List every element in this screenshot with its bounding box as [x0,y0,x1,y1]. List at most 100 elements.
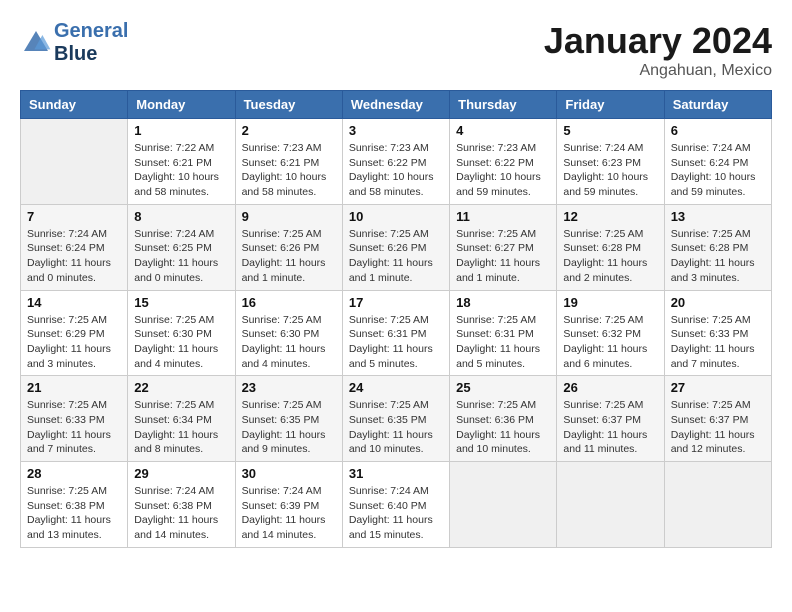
day-number: 26 [563,380,657,395]
day-info: Sunrise: 7:23 AMSunset: 6:22 PMDaylight:… [456,141,550,200]
weekday-header-tuesday: Tuesday [235,91,342,119]
day-number: 3 [349,123,443,138]
calendar-cell: 12 Sunrise: 7:25 AMSunset: 6:28 PMDaylig… [557,204,664,290]
day-number: 18 [456,295,550,310]
calendar-week-0: 1 Sunrise: 7:22 AMSunset: 6:21 PMDayligh… [21,119,772,205]
day-info: Sunrise: 7:25 AMSunset: 6:33 PMDaylight:… [671,313,765,372]
calendar-cell: 28 Sunrise: 7:25 AMSunset: 6:38 PMDaylig… [21,462,128,548]
calendar-cell: 31 Sunrise: 7:24 AMSunset: 6:40 PMDaylig… [342,462,449,548]
day-number: 19 [563,295,657,310]
calendar-cell [664,462,771,548]
calendar-cell: 14 Sunrise: 7:25 AMSunset: 6:29 PMDaylig… [21,290,128,376]
day-number: 6 [671,123,765,138]
logo-text: General [54,20,128,43]
logo: General Blue [20,20,128,66]
day-info: Sunrise: 7:25 AMSunset: 6:35 PMDaylight:… [242,398,336,457]
calendar-cell: 25 Sunrise: 7:25 AMSunset: 6:36 PMDaylig… [450,376,557,462]
day-number: 30 [242,466,336,481]
weekday-header-saturday: Saturday [664,91,771,119]
day-number: 1 [134,123,228,138]
calendar-week-3: 21 Sunrise: 7:25 AMSunset: 6:33 PMDaylig… [21,376,772,462]
day-number: 29 [134,466,228,481]
calendar-cell: 16 Sunrise: 7:25 AMSunset: 6:30 PMDaylig… [235,290,342,376]
day-number: 10 [349,209,443,224]
calendar-cell: 11 Sunrise: 7:25 AMSunset: 6:27 PMDaylig… [450,204,557,290]
calendar-cell: 15 Sunrise: 7:25 AMSunset: 6:30 PMDaylig… [128,290,235,376]
calendar-cell [450,462,557,548]
day-number: 15 [134,295,228,310]
calendar-cell: 23 Sunrise: 7:25 AMSunset: 6:35 PMDaylig… [235,376,342,462]
calendar-cell: 3 Sunrise: 7:23 AMSunset: 6:22 PMDayligh… [342,119,449,205]
weekday-header-row: SundayMondayTuesdayWednesdayThursdayFrid… [21,91,772,119]
calendar-cell: 9 Sunrise: 7:25 AMSunset: 6:26 PMDayligh… [235,204,342,290]
day-number: 28 [27,466,121,481]
calendar-cell: 19 Sunrise: 7:25 AMSunset: 6:32 PMDaylig… [557,290,664,376]
day-info: Sunrise: 7:25 AMSunset: 6:30 PMDaylight:… [134,313,228,372]
day-info: Sunrise: 7:25 AMSunset: 6:28 PMDaylight:… [563,227,657,286]
day-info: Sunrise: 7:25 AMSunset: 6:31 PMDaylight:… [456,313,550,372]
day-info: Sunrise: 7:25 AMSunset: 6:29 PMDaylight:… [27,313,121,372]
calendar-header: SundayMondayTuesdayWednesdayThursdayFrid… [21,91,772,119]
day-number: 8 [134,209,228,224]
day-info: Sunrise: 7:25 AMSunset: 6:33 PMDaylight:… [27,398,121,457]
day-info: Sunrise: 7:25 AMSunset: 6:32 PMDaylight:… [563,313,657,372]
calendar-cell: 10 Sunrise: 7:25 AMSunset: 6:26 PMDaylig… [342,204,449,290]
day-info: Sunrise: 7:25 AMSunset: 6:30 PMDaylight:… [242,313,336,372]
day-info: Sunrise: 7:24 AMSunset: 6:24 PMDaylight:… [27,227,121,286]
day-number: 27 [671,380,765,395]
calendar-cell: 22 Sunrise: 7:25 AMSunset: 6:34 PMDaylig… [128,376,235,462]
day-info: Sunrise: 7:25 AMSunset: 6:37 PMDaylight:… [671,398,765,457]
day-info: Sunrise: 7:25 AMSunset: 6:35 PMDaylight:… [349,398,443,457]
calendar-cell: 30 Sunrise: 7:24 AMSunset: 6:39 PMDaylig… [235,462,342,548]
day-info: Sunrise: 7:25 AMSunset: 6:34 PMDaylight:… [134,398,228,457]
day-number: 31 [349,466,443,481]
day-info: Sunrise: 7:24 AMSunset: 6:40 PMDaylight:… [349,484,443,543]
day-number: 12 [563,209,657,224]
day-info: Sunrise: 7:23 AMSunset: 6:22 PMDaylight:… [349,141,443,200]
day-number: 2 [242,123,336,138]
day-number: 20 [671,295,765,310]
calendar-cell: 5 Sunrise: 7:24 AMSunset: 6:23 PMDayligh… [557,119,664,205]
calendar-cell: 2 Sunrise: 7:23 AMSunset: 6:21 PMDayligh… [235,119,342,205]
calendar-table: SundayMondayTuesdayWednesdayThursdayFrid… [20,90,772,548]
day-number: 11 [456,209,550,224]
day-number: 5 [563,123,657,138]
calendar-cell: 21 Sunrise: 7:25 AMSunset: 6:33 PMDaylig… [21,376,128,462]
calendar-cell: 26 Sunrise: 7:25 AMSunset: 6:37 PMDaylig… [557,376,664,462]
calendar-week-1: 7 Sunrise: 7:24 AMSunset: 6:24 PMDayligh… [21,204,772,290]
calendar-cell [557,462,664,548]
calendar-cell [21,119,128,205]
day-number: 16 [242,295,336,310]
weekday-header-friday: Friday [557,91,664,119]
day-number: 9 [242,209,336,224]
day-info: Sunrise: 7:25 AMSunset: 6:38 PMDaylight:… [27,484,121,543]
day-info: Sunrise: 7:25 AMSunset: 6:37 PMDaylight:… [563,398,657,457]
day-number: 4 [456,123,550,138]
page-header: General Blue January 2024 Angahuan, Mexi… [20,20,772,80]
weekday-header-thursday: Thursday [450,91,557,119]
calendar-cell: 8 Sunrise: 7:24 AMSunset: 6:25 PMDayligh… [128,204,235,290]
day-number: 7 [27,209,121,224]
day-number: 25 [456,380,550,395]
day-info: Sunrise: 7:25 AMSunset: 6:31 PMDaylight:… [349,313,443,372]
day-number: 14 [27,295,121,310]
day-info: Sunrise: 7:24 AMSunset: 6:39 PMDaylight:… [242,484,336,543]
day-info: Sunrise: 7:24 AMSunset: 6:24 PMDaylight:… [671,141,765,200]
calendar-cell: 13 Sunrise: 7:25 AMSunset: 6:28 PMDaylig… [664,204,771,290]
month-title: January 2024 [544,20,772,62]
day-number: 13 [671,209,765,224]
day-number: 21 [27,380,121,395]
day-info: Sunrise: 7:25 AMSunset: 6:26 PMDaylight:… [349,227,443,286]
calendar-cell: 24 Sunrise: 7:25 AMSunset: 6:35 PMDaylig… [342,376,449,462]
calendar-cell: 17 Sunrise: 7:25 AMSunset: 6:31 PMDaylig… [342,290,449,376]
calendar-cell: 6 Sunrise: 7:24 AMSunset: 6:24 PMDayligh… [664,119,771,205]
day-info: Sunrise: 7:24 AMSunset: 6:25 PMDaylight:… [134,227,228,286]
location-subtitle: Angahuan, Mexico [544,62,772,80]
day-number: 17 [349,295,443,310]
calendar-cell: 1 Sunrise: 7:22 AMSunset: 6:21 PMDayligh… [128,119,235,205]
day-info: Sunrise: 7:24 AMSunset: 6:23 PMDaylight:… [563,141,657,200]
day-number: 23 [242,380,336,395]
calendar-body: 1 Sunrise: 7:22 AMSunset: 6:21 PMDayligh… [21,119,772,548]
day-info: Sunrise: 7:25 AMSunset: 6:27 PMDaylight:… [456,227,550,286]
weekday-header-monday: Monday [128,91,235,119]
